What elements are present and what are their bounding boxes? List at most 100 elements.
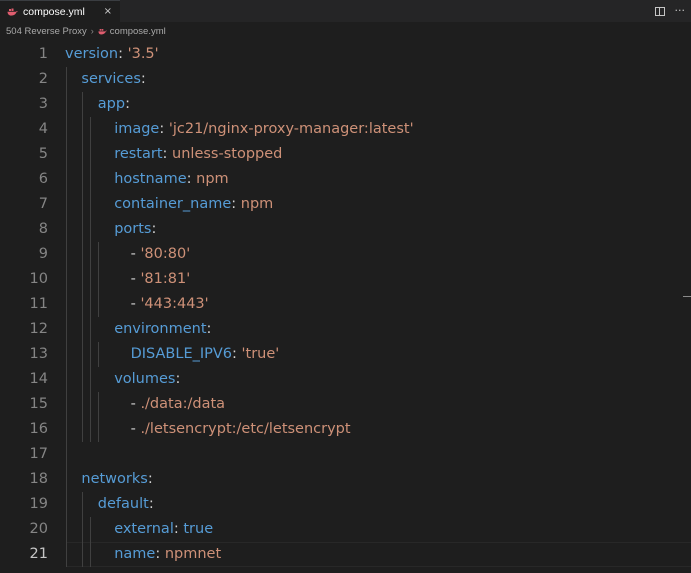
line-number: 13: [29, 346, 48, 362]
yaml-colon: :: [206, 321, 212, 337]
yaml-key: default: [97, 496, 149, 512]
code-text: - ./letsencrypt:/etc/letsencrypt: [131, 417, 351, 442]
list-dash: -: [130, 246, 141, 262]
split-editor-icon[interactable]: [654, 6, 665, 16]
close-icon[interactable]: ×: [104, 6, 112, 17]
line-number: 4: [38, 121, 48, 137]
code-line[interactable]: 3 app:: [0, 92, 691, 117]
yaml-key: app: [97, 96, 126, 112]
code-line[interactable]: 9 - '80:80': [0, 242, 691, 267]
line-number: 15: [29, 396, 48, 412]
code-line[interactable]: 16 - ./letsencrypt:/etc/letsencrypt: [0, 417, 691, 442]
line-number: 20: [29, 521, 48, 537]
code-line[interactable]: 11 - '443:443': [0, 292, 691, 317]
line-number: 11: [29, 296, 48, 312]
code-line[interactable]: 17: [0, 442, 691, 467]
yaml-value: '80:80': [140, 246, 191, 262]
line-number: 8: [38, 221, 48, 237]
code-text: - '443:443': [131, 292, 209, 317]
yaml-colon: :: [147, 471, 153, 487]
yaml-key: external: [114, 521, 174, 537]
docker-whale-icon: [7, 7, 18, 16]
line-number: 12: [29, 321, 48, 337]
line-number: 18: [29, 471, 48, 487]
code-line[interactable]: 7 container_name: npm: [0, 192, 691, 217]
code-line[interactable]: 18 networks:: [0, 467, 691, 492]
yaml-value: npm: [240, 196, 274, 212]
line-number: 1: [38, 46, 48, 62]
docker-whale-icon: [98, 28, 107, 34]
code-text: - '81:81': [131, 267, 191, 292]
list-dash: -: [130, 296, 141, 312]
yaml-value: '443:443': [140, 296, 209, 312]
yaml-value: ./letsencrypt:/etc/letsencrypt: [140, 421, 351, 437]
code-line[interactable]: 13 DISABLE_IPV6: 'true': [0, 342, 691, 367]
code-line[interactable]: 14 volumes:: [0, 367, 691, 392]
yaml-value: npm: [196, 171, 229, 187]
line-number: 10: [29, 271, 48, 287]
line-number: 19: [29, 496, 48, 512]
line-number: 5: [38, 146, 48, 162]
yaml-key: hostname: [114, 171, 187, 187]
code-line[interactable]: 20 external: true: [0, 517, 691, 542]
indent-guide: [98, 392, 99, 442]
tab-label: compose.yml: [23, 5, 85, 18]
breadcrumb-separator: ›: [90, 26, 94, 36]
indent-guide: [82, 492, 83, 567]
yaml-key: volumes: [114, 371, 176, 387]
code-line[interactable]: 19 default:: [0, 492, 691, 517]
breadcrumb-file[interactable]: compose.yml: [110, 26, 166, 37]
code-line[interactable]: 12 environment:: [0, 317, 691, 342]
yaml-key: version: [65, 46, 119, 62]
code-line[interactable]: 21 name: npmnet: [0, 542, 691, 567]
code-line[interactable]: 2 services:: [0, 67, 691, 92]
line-number: 3: [38, 96, 48, 112]
list-dash: -: [130, 421, 141, 437]
yaml-colon: :: [159, 121, 169, 137]
code-text: default:: [98, 492, 154, 517]
breadcrumb-folder[interactable]: 504 Reverse Proxy: [6, 26, 87, 37]
yaml-colon: :: [151, 221, 157, 237]
code-line[interactable]: 15 - ./data:/data: [0, 392, 691, 417]
line-number: 16: [29, 421, 48, 437]
code-text: version: '3.5': [65, 42, 159, 67]
yaml-colon: :: [175, 371, 181, 387]
indent-guide: [82, 92, 83, 442]
yaml-colon: :: [118, 46, 128, 62]
indent-guide: [90, 517, 91, 567]
code-text: image: 'jc21/nginx-proxy-manager:latest': [114, 117, 413, 142]
list-dash: -: [130, 396, 141, 412]
code-text: restart: unless-stopped: [114, 142, 282, 167]
yaml-value: 'true': [241, 346, 280, 362]
more-actions-icon[interactable]: ···: [675, 5, 686, 16]
code-text: - ./data:/data: [131, 392, 225, 417]
yaml-key: restart: [114, 146, 163, 162]
yaml-colon: :: [186, 171, 197, 187]
yaml-colon: :: [173, 521, 184, 537]
code-line[interactable]: 1 version: '3.5': [0, 42, 691, 67]
yaml-key: ports: [114, 221, 152, 237]
code-text: name: npmnet: [114, 542, 221, 567]
code-line[interactable]: 5 restart: unless-stopped: [0, 142, 691, 167]
code-text: ports:: [114, 217, 156, 242]
yaml-value: ./data:/data: [140, 396, 226, 412]
yaml-colon: :: [162, 146, 173, 162]
code-line[interactable]: 6 hostname: npm: [0, 167, 691, 192]
code-editor[interactable]: 1 version: '3.5' 2 services: 3 app: 4 image: 'j…: [0, 40, 691, 573]
yaml-key: networks: [81, 471, 148, 487]
code-line[interactable]: 8 ports:: [0, 217, 691, 242]
indent-guide: [98, 242, 99, 317]
yaml-key: name: [114, 546, 156, 562]
yaml-value: true: [183, 521, 214, 537]
line-number: 21: [29, 546, 48, 562]
code-line[interactable]: 4 image: 'jc21/nginx-proxy-manager:latest…: [0, 117, 691, 142]
yaml-key: container_name: [114, 196, 232, 212]
yaml-colon: :: [231, 196, 241, 212]
code-text: DISABLE_IPV6: 'true': [131, 342, 280, 367]
yaml-value: unless-stopped: [172, 146, 283, 162]
code-line[interactable]: 10 - '81:81': [0, 267, 691, 292]
code-text: services:: [81, 67, 145, 92]
tab-compose-yml[interactable]: compose.yml ×: [0, 0, 120, 22]
code-text: volumes:: [114, 367, 180, 392]
indent-guide: [66, 67, 67, 567]
